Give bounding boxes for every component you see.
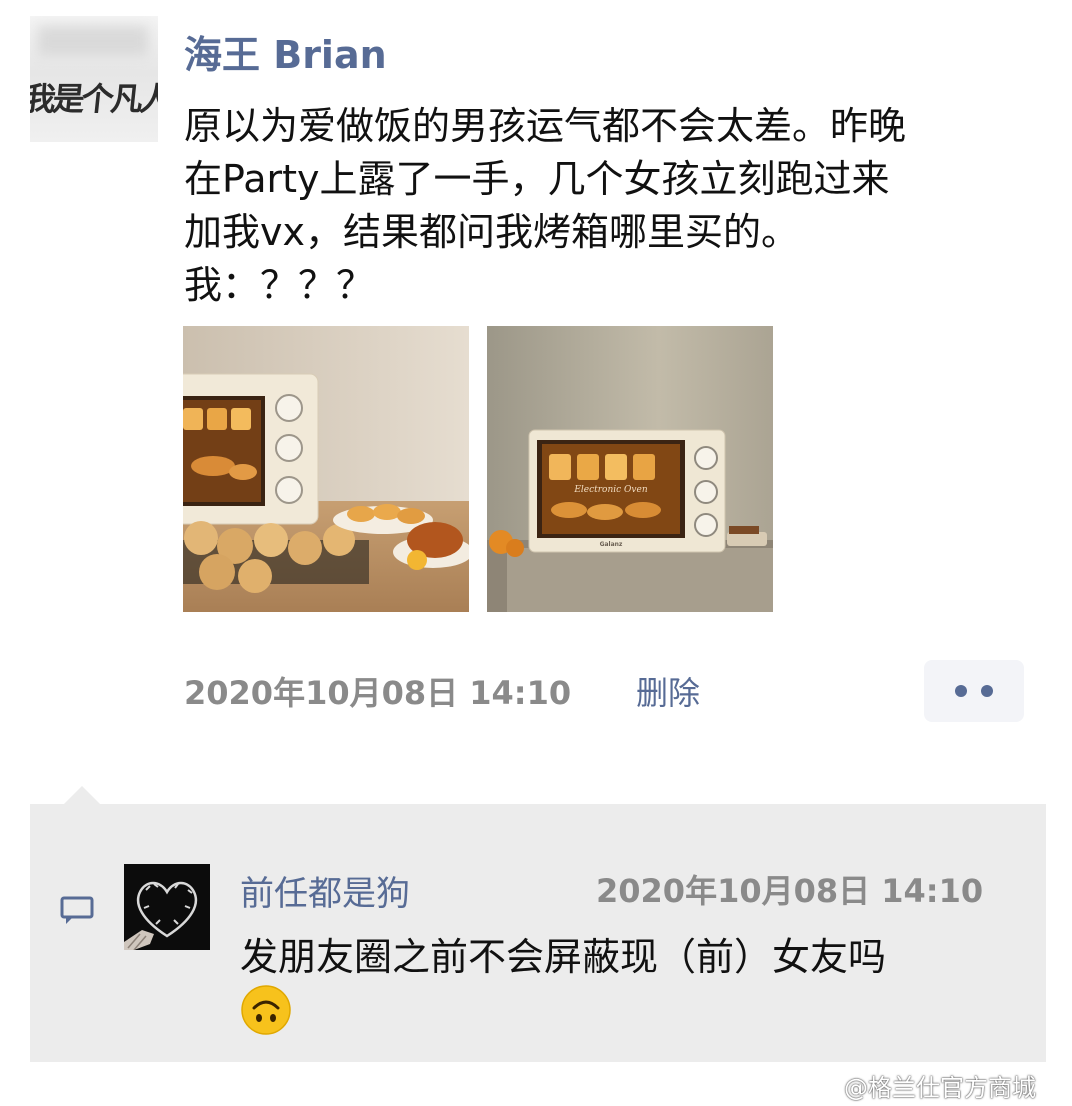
commenter-avatar[interactable]: [124, 864, 210, 950]
post-text: 原以为爱做饭的男孩运气都不会太差。昨晚 在Party上露了一手，几个女孩立刻跑过…: [184, 100, 1054, 312]
more-dots-icon: [981, 685, 993, 697]
delete-link[interactable]: 删除: [636, 668, 700, 714]
weibo-logo-icon: [812, 1075, 839, 1097]
comment-box-caret: [64, 786, 100, 804]
author-avatar-text: 我是个凡人: [30, 80, 158, 118]
post-photo-1[interactable]: [183, 326, 469, 612]
upside-down-face-emoji: [241, 985, 291, 1035]
oven-bread-photo: [183, 326, 469, 612]
oven-table-photo: Electronic Oven Galanz: [487, 326, 773, 612]
post-photo-2[interactable]: Electronic Oven Galanz: [487, 326, 773, 612]
post-text-line: 我：？？？: [184, 263, 375, 307]
weibo-watermark: @格兰仕官方商城: [812, 1068, 1036, 1103]
author-avatar[interactable]: 我是个凡人: [30, 16, 158, 142]
oven-label: Electronic Oven: [573, 485, 648, 495]
barbed-heart-icon: [124, 864, 210, 950]
watermark-text: @格兰仕官方商城: [844, 1074, 1036, 1102]
oven-brand: Galanz: [600, 541, 623, 548]
comment-bubble-icon: [60, 896, 94, 924]
post-text-line: 原以为爱做饭的男孩运气都不会太差。昨晚: [184, 104, 907, 148]
comment-timestamp: 2020年10月08日 14:10: [596, 872, 984, 910]
author-name[interactable]: 海王 Brian: [184, 24, 387, 79]
more-dots-icon: [955, 685, 967, 697]
post-text-line: 加我vx，结果都问我烤箱哪里买的。: [184, 210, 799, 254]
more-button[interactable]: [924, 660, 1024, 722]
comment-text: 发朋友圈之前不会屏蔽现（前）女友吗: [240, 935, 887, 979]
post-text-line: 在Party上露了一手，几个女孩立刻跑过来: [184, 157, 890, 201]
avatar-smudge: [38, 26, 148, 56]
post-timestamp: 2020年10月08日 14:10: [184, 674, 572, 712]
commenter-name[interactable]: 前任都是狗: [240, 866, 410, 915]
